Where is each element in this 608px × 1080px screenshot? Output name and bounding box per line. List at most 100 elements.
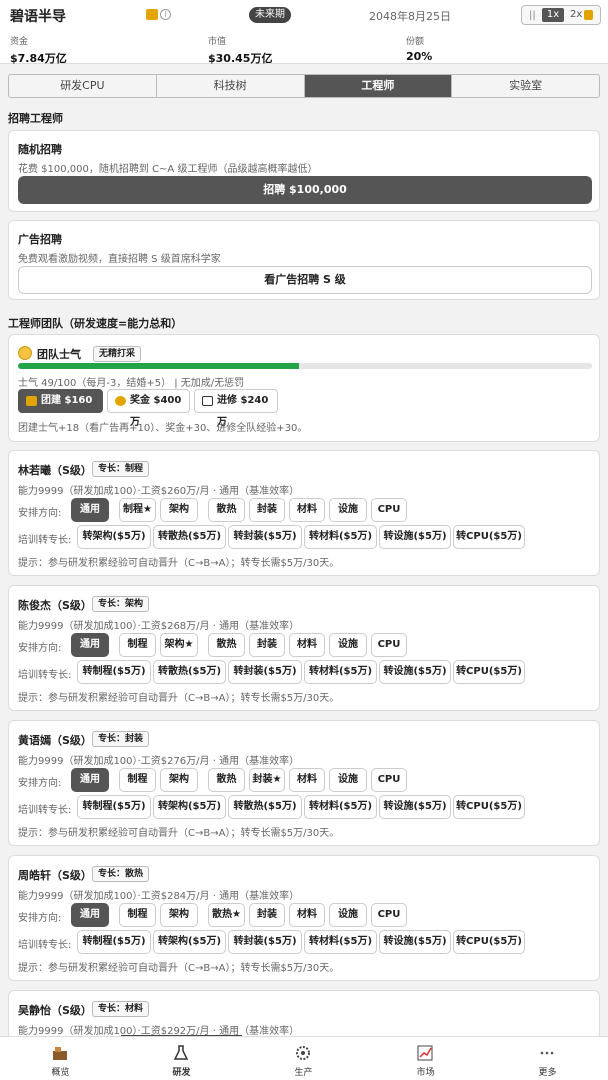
speed-1x-button[interactable]: 1x bbox=[542, 8, 564, 22]
direction-option[interactable]: 通用 bbox=[71, 498, 109, 522]
train-option[interactable]: 转架构($5万) bbox=[153, 930, 226, 954]
direction-option[interactable]: 架构★ bbox=[160, 633, 198, 657]
ad-recruit-desc: 免费观看激励视频，直接招聘 S 级首席科学家 bbox=[18, 254, 221, 265]
tab-tech-tree[interactable]: 科技树 bbox=[157, 75, 305, 97]
train-option[interactable]: 转CPU($5万) bbox=[453, 795, 525, 819]
recruit-section-title: 招聘工程师 bbox=[8, 112, 63, 125]
direction-label: 安排方向: bbox=[18, 508, 62, 519]
direction-option[interactable]: 材料 bbox=[289, 498, 325, 522]
team-building-button[interactable]: 团建 $160万 bbox=[18, 389, 103, 428]
train-option[interactable]: 转材料($5万) bbox=[304, 795, 377, 819]
direction-option[interactable]: 封装 bbox=[249, 633, 285, 657]
train-option[interactable]: 转设施($5万) bbox=[379, 660, 451, 684]
nav-overview[interactable]: 概览 bbox=[0, 1037, 121, 1080]
direction-option[interactable]: CPU bbox=[371, 633, 407, 657]
train-option[interactable]: 转散热($5万) bbox=[153, 660, 226, 684]
direction-option[interactable]: 设施 bbox=[329, 633, 367, 657]
engineer-tip: 提示：参与研发积累经验可自动晋升（C→B→A）；转专长需$5万/30天。 bbox=[18, 693, 340, 704]
train-option[interactable]: 转散热($5万) bbox=[228, 795, 302, 819]
direction-option[interactable]: 材料 bbox=[289, 903, 325, 927]
train-option[interactable]: 转制程($5万) bbox=[77, 795, 151, 819]
random-recruit-button[interactable]: 招聘 $100,000 bbox=[18, 176, 592, 204]
train-option[interactable]: 转制程($5万) bbox=[77, 930, 151, 954]
direction-option[interactable]: 通用 bbox=[71, 633, 109, 657]
train-option[interactable]: 转制程($5万) bbox=[77, 660, 151, 684]
direction-option[interactable]: 设施 bbox=[329, 498, 367, 522]
train-option[interactable]: 转封装($5万) bbox=[228, 660, 302, 684]
direction-option[interactable]: 散热 bbox=[208, 633, 245, 657]
stat-market-cap-label: 市值 bbox=[208, 37, 227, 47]
engineer-tip: 提示：参与研发积累经验可自动晋升（C→B→A）；转专长需$5万/30天。 bbox=[18, 558, 340, 569]
tab-rd-cpu[interactable]: 研发CPU bbox=[9, 75, 157, 97]
tab-engineers[interactable]: 工程师 bbox=[304, 75, 453, 97]
train-label: 培训转专长: bbox=[18, 670, 72, 681]
direction-label: 安排方向: bbox=[18, 913, 62, 924]
train-option[interactable]: 转CPU($5万) bbox=[453, 525, 525, 549]
direction-option[interactable]: 设施 bbox=[329, 768, 367, 792]
train-option[interactable]: 转封装($5万) bbox=[228, 525, 302, 549]
engineer-specialty-tag: 专长：封装 bbox=[92, 731, 150, 747]
nav-rd[interactable]: 研发 bbox=[121, 1037, 242, 1080]
train-option[interactable]: 转CPU($5万) bbox=[453, 660, 525, 684]
nav-more-label: 更多 bbox=[538, 1068, 557, 1078]
pause-icon[interactable]: || bbox=[529, 10, 536, 21]
train-option[interactable]: 转设施($5万) bbox=[379, 795, 451, 819]
direction-option[interactable]: 制程 bbox=[119, 768, 156, 792]
random-recruit-title: 随机招聘 bbox=[18, 143, 62, 156]
nav-market[interactable]: 市场 bbox=[365, 1037, 486, 1080]
direction-option[interactable]: 制程 bbox=[119, 903, 156, 927]
training-button[interactable]: 进修 $240万 bbox=[194, 389, 278, 428]
morale-bar-fill bbox=[18, 363, 300, 369]
direction-option[interactable]: 通用 bbox=[71, 768, 109, 792]
morale-card: 团队士气 无精打采 士气 49/100（每月-3，结婚+5） | 无加成/无惩罚… bbox=[8, 334, 600, 442]
direction-option[interactable]: CPU bbox=[371, 498, 407, 522]
more-icon bbox=[540, 1051, 554, 1055]
morale-title: 团队士气 bbox=[37, 348, 81, 361]
direction-option[interactable]: 制程 bbox=[119, 633, 156, 657]
stat-funds-label: 资金 bbox=[10, 37, 29, 47]
train-option[interactable]: 转设施($5万) bbox=[379, 930, 451, 954]
train-option[interactable]: 转设施($5万) bbox=[379, 525, 451, 549]
ad-recruit-button[interactable]: 看广告招聘 S 级 bbox=[18, 266, 592, 294]
direction-option[interactable]: 架构 bbox=[160, 498, 198, 522]
chart-icon bbox=[417, 1045, 433, 1061]
direction-option[interactable]: 制程★ bbox=[119, 498, 156, 522]
train-option[interactable]: 转架构($5万) bbox=[153, 795, 226, 819]
train-option[interactable]: 转架构($5万) bbox=[77, 525, 151, 549]
nav-production-label: 生产 bbox=[294, 1068, 313, 1078]
direction-option[interactable]: 封装 bbox=[249, 903, 285, 927]
train-option[interactable]: 转材料($5万) bbox=[304, 660, 377, 684]
nav-overview-label: 概览 bbox=[51, 1068, 70, 1078]
direction-option[interactable]: 材料 bbox=[289, 633, 325, 657]
direction-option[interactable]: 材料 bbox=[289, 768, 325, 792]
train-option[interactable]: 转散热($5万) bbox=[153, 525, 226, 549]
train-option[interactable]: 转CPU($5万) bbox=[453, 930, 525, 954]
tab-lab[interactable]: 实验室 bbox=[452, 75, 599, 97]
direction-option[interactable]: 架构 bbox=[160, 903, 198, 927]
direction-option[interactable]: 散热 bbox=[208, 498, 245, 522]
train-option[interactable]: 转封装($5万) bbox=[228, 930, 302, 954]
direction-option[interactable]: CPU bbox=[371, 903, 407, 927]
direction-option[interactable]: 散热 bbox=[208, 768, 245, 792]
direction-option[interactable]: 架构 bbox=[160, 768, 198, 792]
overview-icon bbox=[53, 1047, 67, 1060]
train-option[interactable]: 转材料($5万) bbox=[304, 525, 377, 549]
gear-icon bbox=[296, 1046, 310, 1060]
direction-option[interactable]: 散热★ bbox=[208, 903, 245, 927]
train-option[interactable]: 转材料($5万) bbox=[304, 930, 377, 954]
engineer-name: 黄语嫣（S级） bbox=[18, 734, 92, 747]
bonus-button[interactable]: 奖金 $400万 bbox=[107, 389, 190, 428]
direction-option[interactable]: CPU bbox=[371, 768, 407, 792]
crown-icon[interactable] bbox=[146, 9, 158, 20]
train-label: 培训转专长: bbox=[18, 535, 72, 546]
speed-2x-button[interactable]: 2x bbox=[570, 9, 582, 20]
nav-production[interactable]: 生产 bbox=[243, 1037, 364, 1080]
nav-more[interactable]: 更多 bbox=[487, 1037, 608, 1080]
direction-option[interactable]: 通用 bbox=[71, 903, 109, 927]
direction-option[interactable]: 封装 bbox=[249, 498, 285, 522]
engineer-name: 周皓轩（S级） bbox=[18, 869, 92, 882]
bottom-nav: 概览 研发 生产 市场 更多 bbox=[0, 1036, 608, 1080]
info-icon[interactable]: i bbox=[160, 9, 171, 20]
direction-option[interactable]: 封装★ bbox=[249, 768, 285, 792]
direction-option[interactable]: 设施 bbox=[329, 903, 367, 927]
